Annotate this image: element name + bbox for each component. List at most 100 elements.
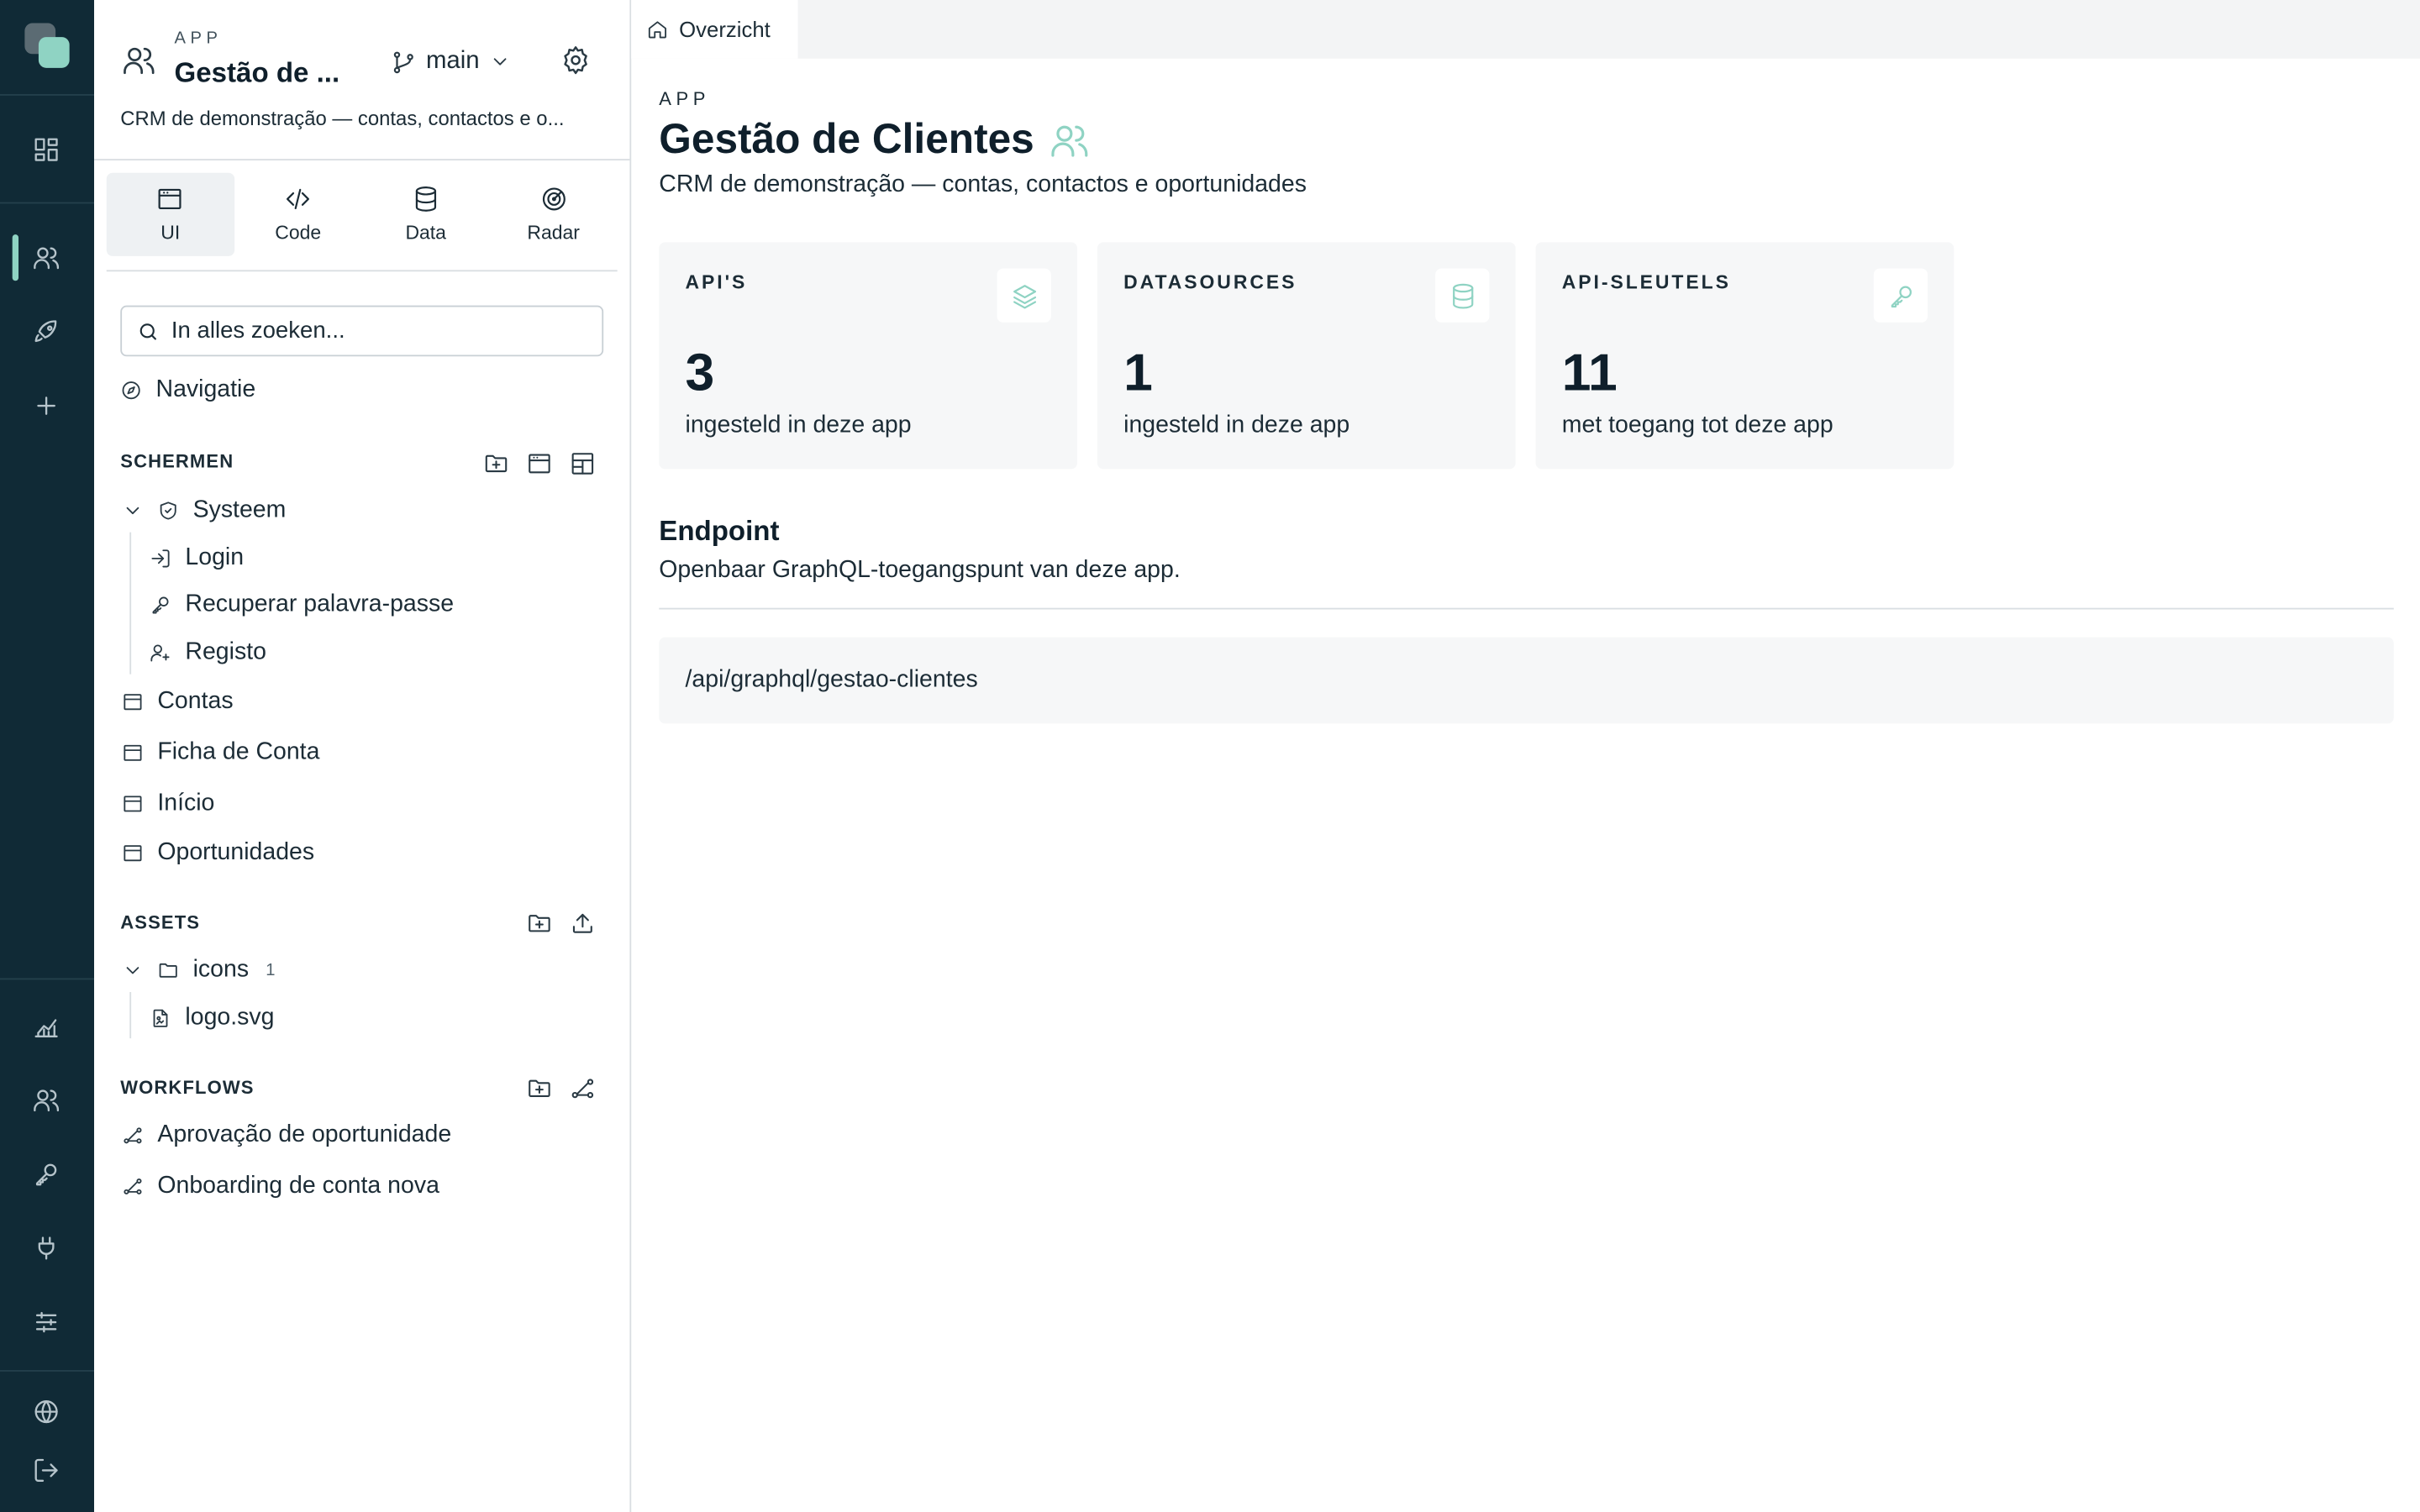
users-icon — [1051, 124, 1088, 156]
stat-card-datasources: DATASOURCES 1 ingesteld in deze app — [1097, 242, 1516, 470]
rail-divider — [0, 1370, 95, 1372]
screens-heading: SCHERMEN — [120, 450, 234, 473]
main-content: APP Gestão de Clientes CRM de demonstraç… — [631, 59, 2420, 1512]
tree-item-ficha-de-conta[interactable]: Ficha de Conta — [122, 739, 319, 767]
chevron-down-icon — [126, 967, 139, 974]
app-root: APP Gestão de ... main CRM de demonstraç… — [0, 0, 2420, 1512]
folder-plus-icon — [484, 454, 507, 472]
window-icon — [124, 845, 142, 862]
left-rail — [0, 0, 95, 1512]
sidebar-header: APP Gestão de ... main CRM de demonstraç… — [94, 0, 630, 161]
tree-folder-icons[interactable]: icons 1 — [122, 956, 276, 984]
new-asset-folder-button[interactable] — [523, 907, 555, 938]
stat-caption: ingesteld in deze app — [1123, 412, 1350, 438]
window-icon — [159, 188, 182, 210]
tab-label: Code — [275, 222, 322, 244]
branch-name: main — [425, 47, 480, 75]
workflow-icon — [124, 1127, 142, 1144]
stat-label: DATASOURCES — [1123, 271, 1297, 293]
app-logo[interactable] — [24, 23, 71, 70]
folder-plus-icon — [528, 1079, 550, 1097]
radar-icon — [542, 187, 566, 211]
tab-ui[interactable]: UI — [106, 172, 234, 256]
stat-value: 1 — [1123, 344, 1153, 403]
stat-label: API-SLEUTELS — [1561, 271, 1731, 293]
workflows-heading: WORKFLOWS — [120, 1077, 255, 1099]
search-icon — [139, 323, 156, 339]
plug-icon[interactable] — [28, 1230, 65, 1267]
users-icon — [122, 43, 155, 76]
file-image-icon — [153, 1009, 168, 1027]
rail-divider — [0, 94, 95, 96]
stat-card-apis: API'S 3 ingesteld in deze app — [659, 242, 1078, 470]
endpoint-path[interactable]: /api/graphql/gestao-clientes — [659, 637, 2394, 724]
tab-data[interactable]: Data — [362, 173, 490, 256]
new-folder-button[interactable] — [480, 448, 511, 479]
tree-item-login[interactable]: Login — [150, 544, 244, 572]
stat-caption: met toegang tot deze app — [1561, 412, 1833, 438]
folder-label: icons — [192, 956, 250, 984]
tab-overzicht[interactable]: Overzicht — [631, 0, 798, 59]
tree-item-registo[interactable]: Registo — [150, 638, 266, 666]
layout-icon — [571, 452, 593, 474]
page-subtitle: CRM de demonstração — contas, contactos … — [659, 171, 1307, 198]
users-icon[interactable] — [28, 239, 65, 276]
workflow-item[interactable]: Aprovação de oportunidade — [122, 1121, 451, 1149]
branch-selector[interactable]: main — [391, 45, 511, 78]
page-title-text: Gestão de Clientes — [659, 115, 1034, 162]
tab-label: Radar — [527, 222, 580, 244]
chevron-down-icon — [126, 507, 139, 515]
key-icon[interactable] — [28, 1156, 65, 1193]
settings-button[interactable] — [560, 45, 594, 78]
rail-divider — [0, 978, 95, 980]
rail-divider-2 — [28, 202, 65, 239]
tree-guide — [129, 992, 132, 1039]
workflow-icon — [571, 1078, 593, 1098]
tree-item-label: Oportunidades — [157, 839, 315, 866]
stat-value: 11 — [1561, 344, 1618, 403]
app-sidebar: APP Gestão de ... main CRM de demonstraç… — [94, 0, 632, 1512]
tree-folder-systeem[interactable]: Systeem — [122, 496, 286, 524]
tab-radar[interactable]: Radar — [490, 173, 618, 256]
navigation-item[interactable]: Navigatie — [120, 376, 255, 404]
tree-item-label: Ficha de Conta — [157, 738, 320, 766]
chart-icon[interactable] — [28, 1007, 65, 1044]
tree-item-label: Recuperar palavra-passe — [185, 591, 455, 617]
tree-item-recuperar[interactable]: Recuperar palavra-passe — [150, 591, 454, 618]
layers-icon — [1013, 284, 1036, 308]
tree-item-label: Contas — [157, 688, 234, 715]
page-title: Gestão de Clientes — [659, 116, 1090, 164]
upload-asset-button[interactable] — [566, 907, 597, 938]
new-screen-button[interactable] — [523, 448, 555, 479]
plus-icon[interactable] — [28, 387, 65, 424]
dashboard-icon[interactable] — [28, 131, 65, 168]
sliders-icon[interactable] — [28, 1304, 65, 1341]
chevron-down-icon — [493, 58, 506, 66]
logout-icon[interactable] — [28, 1452, 65, 1488]
key-icon — [1890, 285, 1912, 307]
tree-item-logo-svg[interactable]: logo.svg — [150, 1005, 274, 1032]
search-input[interactable] — [171, 318, 588, 344]
window-icon — [528, 453, 550, 473]
tree-item-oportunidades[interactable]: Oportunidades — [122, 839, 314, 867]
login-icon — [151, 549, 170, 568]
home-icon — [648, 21, 667, 39]
upload-icon — [572, 912, 592, 932]
tree-item-inicio[interactable]: Início — [122, 790, 214, 817]
key-icon — [152, 596, 169, 614]
tree-item-contas[interactable]: Contas — [122, 688, 234, 716]
rocket-icon[interactable] — [28, 313, 65, 350]
workflow-label: Aprovação de oportunidade — [157, 1121, 452, 1148]
team-icon[interactable] — [28, 1082, 65, 1119]
tree-guide — [129, 532, 132, 675]
workflow-item[interactable]: Onboarding de conta nova — [122, 1173, 439, 1200]
tab-label: Overzicht — [679, 17, 771, 42]
window-icon — [124, 795, 142, 812]
compass-icon — [122, 381, 140, 400]
tab-code[interactable]: Code — [234, 173, 362, 256]
new-workflow-button[interactable] — [566, 1073, 597, 1104]
new-workflow-folder-button[interactable] — [523, 1073, 555, 1104]
globe-icon[interactable] — [28, 1394, 65, 1431]
rail-divider — [0, 202, 95, 204]
new-layout-button[interactable] — [566, 448, 597, 479]
